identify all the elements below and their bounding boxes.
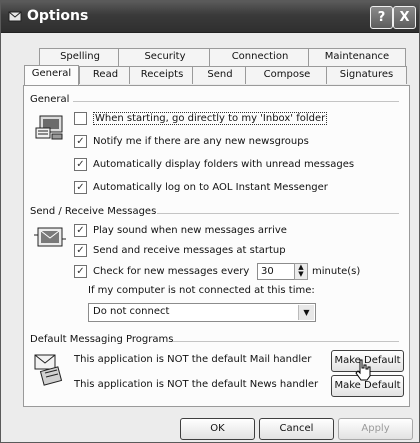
news-handler-status: This application is NOT the default News… — [74, 379, 319, 390]
default-programs-divider — [173, 341, 399, 342]
default-programs-group-title: Default Messaging Programs — [30, 334, 174, 345]
send-receive-group-divider — [157, 213, 399, 214]
cursor-hand-icon — [355, 359, 371, 381]
notify-newsgroups-label: Notify me if there are any new newsgroup… — [93, 136, 309, 147]
title-bar[interactable]: Options ? X — [1, 1, 419, 33]
send-receive-group-title: Send / Receive Messages — [30, 206, 157, 217]
tab-maintenance[interactable]: Maintenance — [308, 48, 406, 66]
option-display-unread-folders[interactable]: ✓ Automatically display folders with unr… — [74, 158, 354, 171]
go-to-inbox-label: When starting, go directly to my 'Inbox'… — [93, 112, 328, 125]
check-messages-label: Check for new messages every — [93, 266, 250, 277]
window-title: Options — [27, 8, 89, 24]
offline-action-value: Do not connect — [93, 306, 170, 317]
general-group-title: General — [30, 94, 70, 105]
check-messages-checkbox[interactable]: ✓ — [74, 265, 87, 278]
option-send-receive-startup[interactable]: ✓ Send and receive messages at startup — [74, 244, 286, 257]
tab-send[interactable]: Send — [192, 66, 248, 84]
play-sound-checkbox[interactable]: ✓ — [74, 224, 87, 237]
close-button[interactable]: X — [393, 6, 416, 29]
chevron-down-icon[interactable]: ▼ — [298, 305, 314, 320]
offline-action-select[interactable]: Do not connect ▼ — [88, 303, 316, 322]
play-sound-label: Play sound when new messages arrive — [93, 225, 287, 236]
option-play-sound[interactable]: ✓ Play sound when new messages arrive — [74, 224, 287, 237]
aim-logon-label: Automatically log on to AOL Instant Mess… — [93, 182, 328, 193]
aim-logon-checkbox[interactable]: ✓ — [74, 181, 87, 194]
check-interval-input[interactable]: 30 — [257, 263, 296, 280]
go-to-inbox-checkbox[interactable] — [74, 112, 87, 125]
tab-receipts[interactable]: Receipts — [129, 66, 195, 84]
ok-button[interactable]: OK — [180, 418, 255, 440]
apply-button[interactable]: Apply — [338, 418, 413, 440]
display-unread-folders-checkbox[interactable]: ✓ — [74, 158, 87, 171]
display-unread-folders-label: Automatically display folders with unrea… — [93, 159, 355, 170]
option-aim-logon[interactable]: ✓ Automatically log on to AOL Instant Me… — [74, 181, 328, 194]
send-receive-icon — [34, 227, 66, 247]
app-icon — [8, 11, 22, 22]
cancel-button[interactable]: Cancel — [259, 418, 334, 440]
tab-security[interactable]: Security — [118, 48, 212, 66]
tab-general[interactable]: General — [24, 65, 79, 85]
options-dialog: Options ? X Spelling Security Connection… — [0, 0, 420, 443]
send-receive-startup-label: Send and receive messages at startup — [93, 245, 286, 256]
option-notify-newsgroups[interactable]: ✓ Notify me if there are any new newsgro… — [74, 135, 309, 148]
option-check-messages-every[interactable]: ✓ Check for new messages every — [74, 265, 249, 278]
tab-read[interactable]: Read — [79, 66, 132, 84]
tab-spelling[interactable]: Spelling — [39, 48, 121, 66]
general-group-divider — [73, 101, 399, 102]
send-receive-startup-checkbox[interactable]: ✓ — [74, 244, 87, 257]
offline-label: If my computer is not connected at this … — [88, 285, 315, 296]
tab-compose[interactable]: Compose — [245, 66, 329, 84]
tab-connection[interactable]: Connection — [209, 48, 311, 66]
general-settings-icon — [35, 115, 63, 140]
default-programs-icon — [34, 354, 63, 386]
notify-newsgroups-checkbox[interactable]: ✓ — [74, 135, 87, 148]
tab-signatures[interactable]: Signatures — [326, 66, 407, 84]
mail-handler-status: This application is NOT the default Mail… — [74, 354, 312, 365]
interval-unit-label: minute(s) — [312, 266, 361, 277]
check-interval-spinner[interactable]: ▲ ▼ — [294, 263, 308, 280]
help-button[interactable]: ? — [370, 6, 393, 29]
option-go-to-inbox[interactable]: When starting, go directly to my 'Inbox'… — [74, 112, 328, 125]
